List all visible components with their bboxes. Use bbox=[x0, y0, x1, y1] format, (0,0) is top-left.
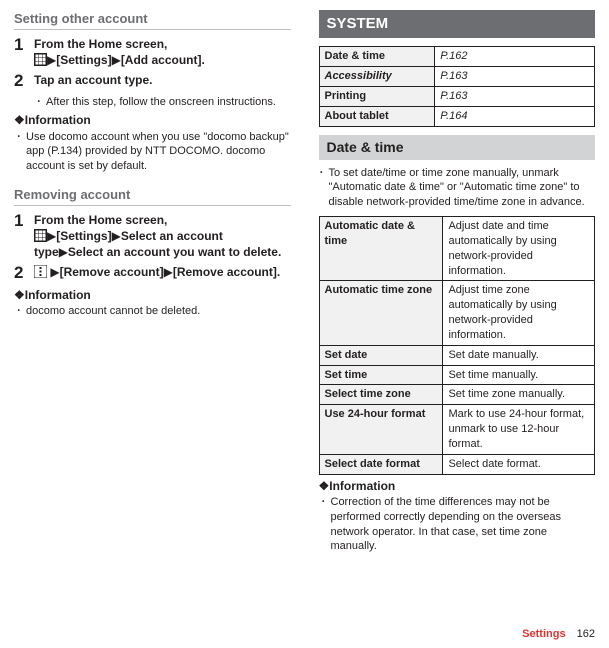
bullet-dot-icon: ･ bbox=[16, 304, 26, 319]
table-row: Set dateSet date manually. bbox=[319, 345, 595, 365]
apps-grid-icon bbox=[34, 53, 47, 66]
triangle-icon: ▶ bbox=[164, 265, 173, 279]
table-value: Set time manually. bbox=[443, 365, 595, 385]
step-number: 1 bbox=[14, 36, 34, 68]
table-value: P.163 bbox=[435, 86, 595, 106]
table-row: Set timeSet time manually. bbox=[319, 365, 595, 385]
step-2-title: Tap an account type. bbox=[34, 72, 291, 88]
step-text: [Settings] bbox=[56, 229, 111, 243]
system-table: Date & timeP.162AccessibilityP.163Printi… bbox=[319, 46, 596, 126]
table-row: Select time zoneSet time zone manually. bbox=[319, 385, 595, 405]
table-row: Date & timeP.162 bbox=[319, 47, 595, 67]
table-key: Select date format bbox=[319, 454, 443, 474]
step-text: [Add account]. bbox=[121, 53, 205, 67]
step-text: [Remove account] bbox=[60, 265, 164, 279]
step-text: From the Home screen, bbox=[34, 37, 167, 51]
information-bullet: ･ docomo account cannot be deleted. bbox=[16, 304, 291, 319]
table-value: P.163 bbox=[435, 67, 595, 87]
step-number: 1 bbox=[14, 212, 34, 261]
information-text: docomo account cannot be deleted. bbox=[26, 304, 291, 319]
date-time-intro: ･ To set date/time or time zone manually… bbox=[319, 166, 596, 211]
table-row: Automatic date & timeAdjust date and tim… bbox=[319, 217, 595, 281]
table-key: Set date bbox=[319, 345, 443, 365]
information-bullet: ･ Use docomo account when you use "docom… bbox=[16, 130, 291, 175]
rstep-1-title: From the Home screen, ▶[Settings]▶Select… bbox=[34, 212, 291, 261]
rstep-2-title: ▶[Remove account]▶[Remove account]. bbox=[34, 264, 291, 280]
table-value: Adjust time zone automatically by using … bbox=[443, 281, 595, 345]
table-value: Mark to use 24-hour format, unmark to us… bbox=[443, 405, 595, 455]
overflow-menu-icon bbox=[34, 265, 47, 278]
table-key: Use 24-hour format bbox=[319, 405, 443, 455]
table-value: Adjust date and time automatically by us… bbox=[443, 217, 595, 281]
step-1: 1 From the Home screen, ▶[Settings]▶[Add… bbox=[14, 36, 291, 68]
table-row: About tabletP.164 bbox=[319, 106, 595, 126]
table-row: PrintingP.163 bbox=[319, 86, 595, 106]
step-number: 2 bbox=[14, 264, 34, 283]
table-value: Set time zone manually. bbox=[443, 385, 595, 405]
date-time-settings-table: Automatic date & timeAdjust date and tim… bbox=[319, 216, 596, 475]
triangle-icon: ▶ bbox=[112, 53, 121, 67]
table-row: Use 24-hour formatMark to use 24-hour fo… bbox=[319, 405, 595, 455]
step-2-bullet: ･ After this step, follow the onscreen i… bbox=[36, 95, 291, 110]
information-heading: ❖Information bbox=[14, 112, 291, 128]
page-footer: Settings 162 bbox=[522, 627, 595, 642]
step-number: 2 bbox=[14, 72, 34, 91]
section-removing-account: Removing account bbox=[14, 186, 291, 206]
table-row: AccessibilityP.163 bbox=[319, 67, 595, 87]
table-key: Accessibility bbox=[319, 67, 435, 87]
step-text: From the Home screen, bbox=[34, 213, 167, 227]
table-value: P.164 bbox=[435, 106, 595, 126]
triangle-icon: ▶ bbox=[47, 53, 56, 67]
page-number: 162 bbox=[577, 628, 595, 640]
information-bullet: ･ Correction of the time differences may… bbox=[321, 495, 596, 554]
section-setting-other-account: Setting other account bbox=[14, 10, 291, 30]
step-2: 2 Tap an account type. bbox=[14, 72, 291, 91]
intro-text: To set date/time or time zone manually, … bbox=[329, 166, 596, 211]
table-key: About tablet bbox=[319, 106, 435, 126]
bullet-text: After this step, follow the onscreen ins… bbox=[46, 95, 291, 110]
triangle-icon: ▶ bbox=[50, 265, 59, 279]
table-row: Automatic time zoneAdjust time zone auto… bbox=[319, 281, 595, 345]
table-value: Set date manually. bbox=[443, 345, 595, 365]
table-value: P.162 bbox=[435, 47, 595, 67]
table-key: Printing bbox=[319, 86, 435, 106]
bullet-dot-icon: ･ bbox=[319, 166, 329, 211]
apps-grid-icon bbox=[34, 229, 47, 242]
rstep-2: 2 ▶[Remove account]▶[Remove account]. bbox=[14, 264, 291, 283]
triangle-icon: ▶ bbox=[47, 229, 56, 243]
table-key: Date & time bbox=[319, 47, 435, 67]
triangle-icon: ▶ bbox=[112, 229, 121, 243]
bullet-dot-icon: ･ bbox=[36, 95, 46, 110]
table-key: Automatic date & time bbox=[319, 217, 443, 281]
rstep-1: 1 From the Home screen, ▶[Settings]▶Sele… bbox=[14, 212, 291, 261]
bullet-dot-icon: ･ bbox=[16, 130, 26, 175]
step-text: Select an account you want to delete. bbox=[68, 245, 281, 259]
information-text: Correction of the time differences may n… bbox=[331, 495, 596, 554]
bullet-dot-icon: ･ bbox=[321, 495, 331, 554]
information-heading: ❖Information bbox=[319, 478, 596, 494]
step-text: [Settings] bbox=[56, 53, 111, 67]
table-key: Automatic time zone bbox=[319, 281, 443, 345]
date-time-banner: Date & time bbox=[319, 135, 596, 160]
step-1-title: From the Home screen, ▶[Settings]▶[Add a… bbox=[34, 36, 291, 68]
system-banner: SYSTEM bbox=[319, 10, 596, 38]
table-value: Select date format. bbox=[443, 454, 595, 474]
footer-section-label: Settings bbox=[522, 628, 565, 640]
information-heading: ❖Information bbox=[14, 287, 291, 303]
step-text: [Remove account]. bbox=[173, 265, 280, 279]
table-key: Select time zone bbox=[319, 385, 443, 405]
table-key: Set time bbox=[319, 365, 443, 385]
table-row: Select date formatSelect date format. bbox=[319, 454, 595, 474]
information-text: Use docomo account when you use "docomo … bbox=[26, 130, 291, 175]
triangle-icon: ▶ bbox=[59, 245, 68, 259]
